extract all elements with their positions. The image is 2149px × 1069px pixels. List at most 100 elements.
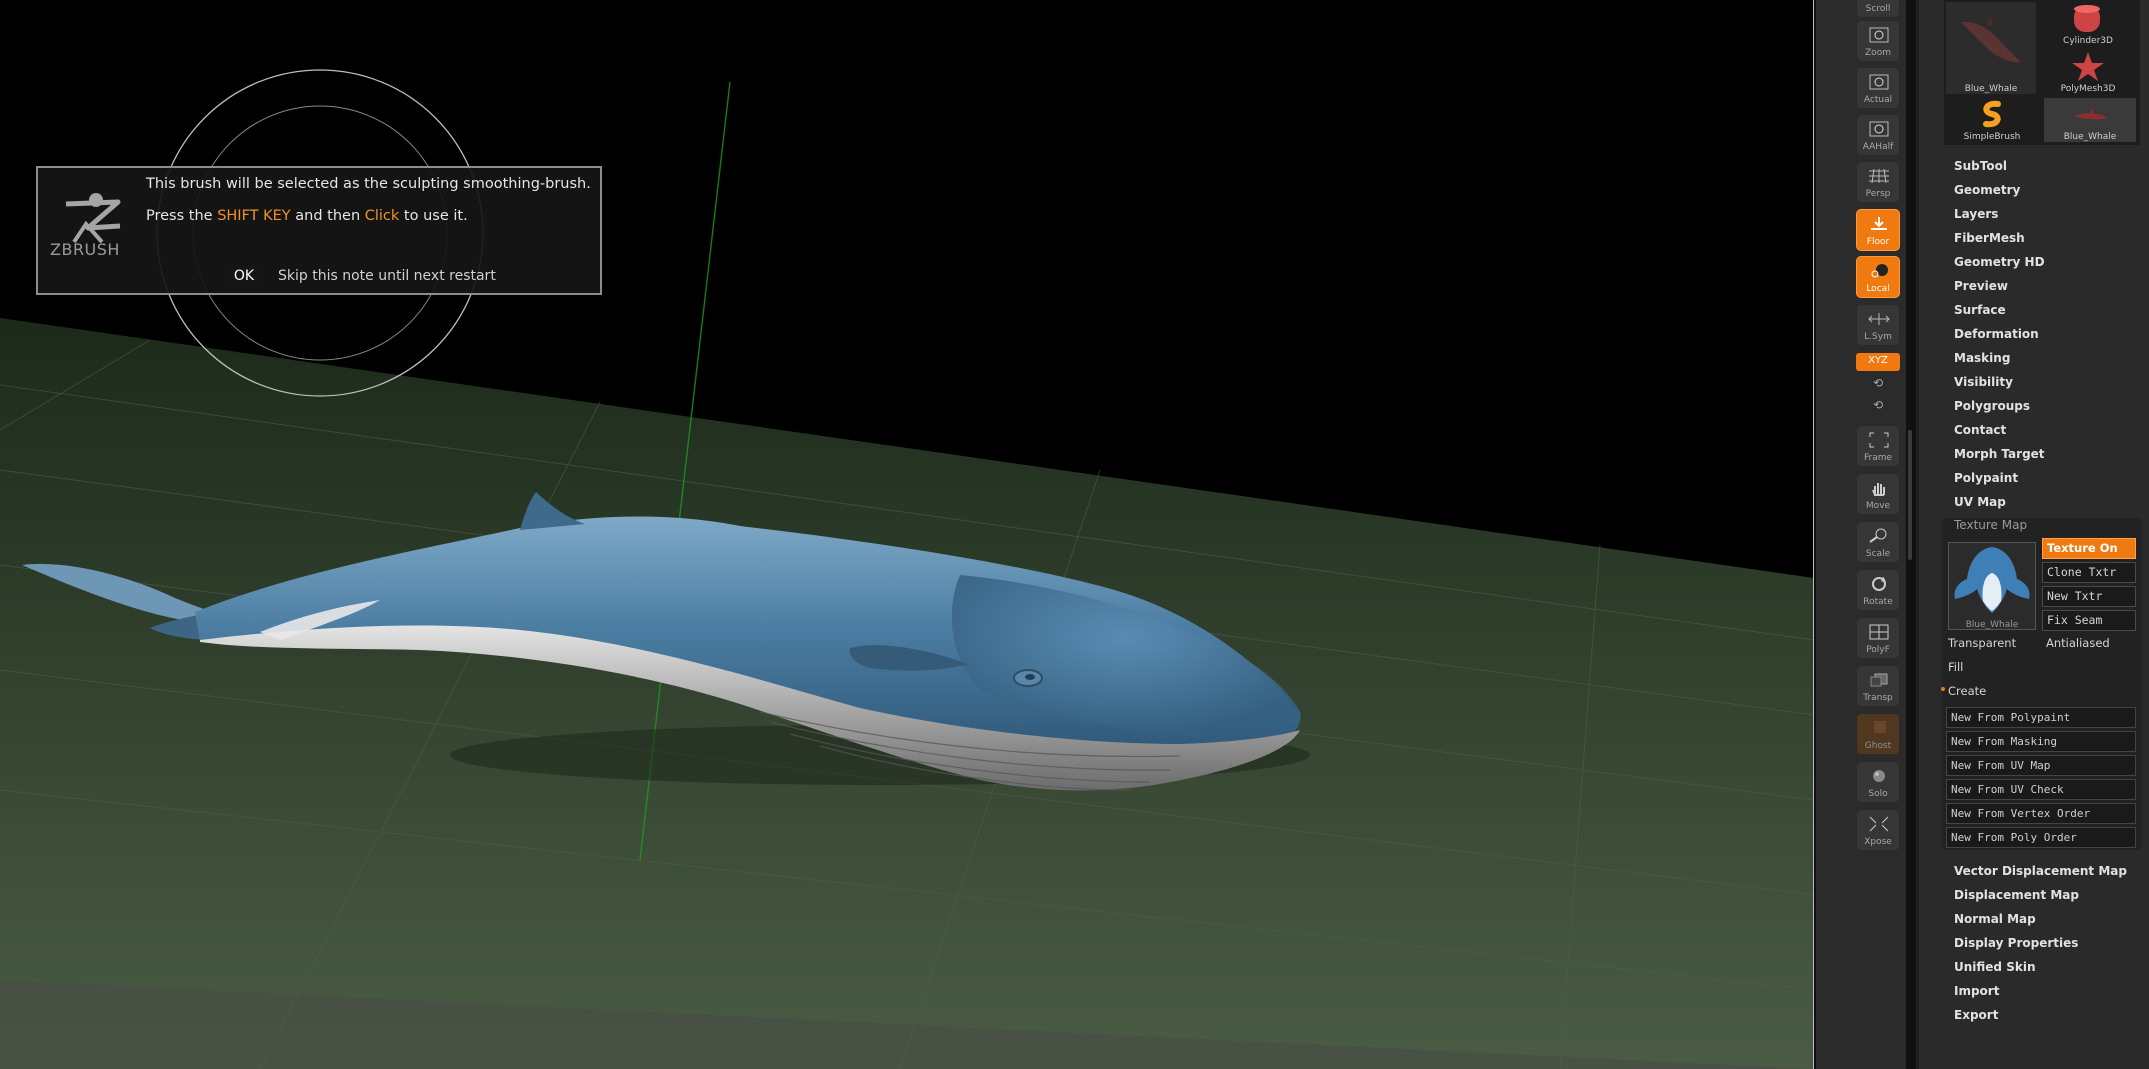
lsym-button[interactable]: L.Sym: [1856, 304, 1900, 346]
rotate-icon: [1872, 576, 1886, 591]
dialog-text-to-use: to use it.: [399, 208, 468, 224]
menu-vector-displacement-map[interactable]: Vector Displacement Map: [1954, 863, 2127, 879]
texture-on-button[interactable]: Texture On: [2042, 538, 2136, 559]
rotate-button[interactable]: Rotate: [1856, 569, 1900, 611]
antialiased-toggle[interactable]: Antialiased: [2046, 636, 2110, 650]
transparency-icon: [1870, 673, 1888, 687]
fix-seam-button[interactable]: Fix Seam: [2042, 610, 2136, 631]
menu-display-properties[interactable]: Display Properties: [1954, 935, 2078, 951]
menu-surface[interactable]: Surface: [1954, 302, 2006, 318]
create-subpalette[interactable]: Create: [1948, 684, 1986, 698]
actual-button[interactable]: Actual: [1856, 67, 1900, 109]
texture-preview[interactable]: [1948, 542, 2036, 630]
menu-fibermesh[interactable]: FiberMesh: [1954, 230, 2025, 246]
menu-contact[interactable]: Contact: [1954, 422, 2006, 438]
thumb-label: PolyMesh3D: [2060, 84, 2116, 94]
rotate-label: Rotate: [1863, 597, 1893, 607]
tool-thumb-blue-whale[interactable]: Blue_Whale: [1946, 2, 2036, 94]
new-from-uv-check-button[interactable]: New From UV Check: [1946, 779, 2136, 800]
ghost-button[interactable]: Ghost: [1856, 713, 1900, 755]
tool-thumb-blue-whale-2[interactable]: Blue_Whale: [2044, 98, 2136, 142]
tool-thumb-simplebrush[interactable]: SimpleBrush: [1946, 98, 2038, 142]
xpose-icon: [1869, 816, 1889, 832]
menu-deformation[interactable]: Deformation: [1954, 326, 2039, 342]
xyz-toggle[interactable]: XYZ: [1856, 353, 1900, 371]
new-from-uv-map-button[interactable]: New From UV Map: [1946, 755, 2136, 776]
scale-label: Scale: [1865, 549, 1891, 559]
3d-viewport[interactable]: ZBRUSH This brush will be selected as th…: [0, 0, 1814, 1069]
rotate-z-icon[interactable]: ⟲: [1870, 398, 1886, 414]
menu-visibility[interactable]: Visibility: [1954, 374, 2013, 390]
zoom-button[interactable]: Zoom: [1856, 20, 1900, 62]
menu-preview[interactable]: Preview: [1954, 278, 2008, 294]
menu-normal-map[interactable]: Normal Map: [1954, 911, 2036, 927]
rotate-y-icon[interactable]: ⟲: [1870, 376, 1886, 392]
lsym-label: L.Sym: [1864, 332, 1892, 342]
right-shelf: Scroll Zoom Actual AAHalf Persp Floor Lo…: [1816, 0, 1906, 1069]
xyz-label: XYZ: [1868, 355, 1888, 366]
menu-masking[interactable]: Masking: [1954, 350, 2010, 366]
menu-polygroups[interactable]: Polygroups: [1954, 398, 2030, 414]
texture-map-header[interactable]: Texture Map: [1954, 518, 2027, 532]
skip-note-button[interactable]: Skip this note until next restart: [278, 265, 496, 287]
ghost-label: Ghost: [1864, 741, 1892, 751]
local-label: Local: [1866, 284, 1890, 294]
viewport-canvas[interactable]: [0, 0, 1814, 1069]
brush-note-dialog: ZBRUSH This brush will be selected as th…: [36, 166, 602, 295]
menu-geometry[interactable]: Geometry: [1954, 182, 2020, 198]
whale-texture-icon: [1954, 547, 2030, 613]
menu-unified-skin[interactable]: Unified Skin: [1954, 959, 2035, 975]
menu-polypaint[interactable]: Polypaint: [1954, 470, 2018, 486]
floor-icon: [1871, 217, 1887, 230]
local-button[interactable]: Local: [1856, 256, 1900, 298]
dialog-message-line2: Press the SHIFT KEY and then Click to us…: [146, 208, 468, 224]
polyf-label: PolyF: [1866, 645, 1890, 655]
zoom-label: Zoom: [1865, 48, 1891, 58]
floor-button[interactable]: Floor: [1856, 209, 1900, 251]
menu-morph-target[interactable]: Morph Target: [1954, 446, 2045, 462]
click-highlight: Click: [364, 208, 400, 224]
menu-export[interactable]: Export: [1954, 1007, 1998, 1023]
local-icon: [1871, 264, 1888, 278]
new-from-masking-button[interactable]: New From Masking: [1946, 731, 2136, 752]
menu-displacement-map[interactable]: Displacement Map: [1954, 887, 2079, 903]
menu-uv-map[interactable]: UV Map: [1954, 494, 2006, 510]
ghost-icon: [1874, 721, 1886, 733]
scroll-button[interactable]: Scroll: [1856, 0, 1900, 18]
solo-label: Solo: [1868, 789, 1888, 799]
transp-button[interactable]: Transp: [1856, 665, 1900, 707]
aahalf-button[interactable]: AAHalf: [1856, 114, 1900, 156]
tool-thumb-polymesh3d[interactable]: PolyMesh3D: [2042, 50, 2134, 94]
shelf-scrollbar[interactable]: [1908, 430, 1912, 560]
new-from-polypaint-button[interactable]: New From Polypaint: [1946, 707, 2136, 728]
menu-subtool[interactable]: SubTool: [1954, 158, 2007, 174]
dialog-text-and-then: and then: [290, 208, 365, 224]
whale-small-icon: [2074, 108, 2108, 120]
new-txtr-button[interactable]: New Txtr: [2042, 586, 2136, 607]
solo-button[interactable]: Solo: [1856, 761, 1900, 803]
star-mesh-icon: [2072, 52, 2104, 81]
fill-subpalette[interactable]: Fill: [1948, 660, 1963, 674]
new-from-vertex-order-button[interactable]: New From Vertex Order: [1946, 803, 2136, 824]
frame-button[interactable]: Frame: [1856, 425, 1900, 467]
thumb-label: SimpleBrush: [1963, 132, 2021, 142]
polyf-button[interactable]: PolyF: [1856, 617, 1900, 659]
menu-import[interactable]: Import: [1954, 983, 1999, 999]
actual-label: Actual: [1863, 95, 1893, 105]
tool-palette: Blue_Whale Cylinder3D PolyMesh3D SimpleB…: [1916, 0, 2149, 1069]
tool-thumb-cylinder3d[interactable]: Cylinder3D: [2042, 2, 2134, 46]
persp-button[interactable]: Persp: [1856, 161, 1900, 203]
move-button[interactable]: Move: [1856, 473, 1900, 515]
ok-button[interactable]: OK: [226, 265, 262, 287]
new-from-poly-order-button[interactable]: New From Poly Order: [1946, 827, 2136, 848]
dialog-message-line1: This brush will be selected as the sculp…: [146, 176, 591, 192]
xpose-button[interactable]: Xpose: [1856, 809, 1900, 851]
scale-button[interactable]: Scale: [1856, 521, 1900, 563]
hand-move-icon: [1872, 483, 1885, 496]
transparent-toggle[interactable]: Transparent: [1948, 636, 2016, 650]
menu-layers[interactable]: Layers: [1954, 206, 1998, 222]
clone-txtr-button[interactable]: Clone Txtr: [2042, 562, 2136, 583]
zoom-icon: [1869, 27, 1889, 43]
menu-geometry-hd[interactable]: Geometry HD: [1954, 254, 2045, 270]
symmetry-icon: [1868, 313, 1890, 325]
